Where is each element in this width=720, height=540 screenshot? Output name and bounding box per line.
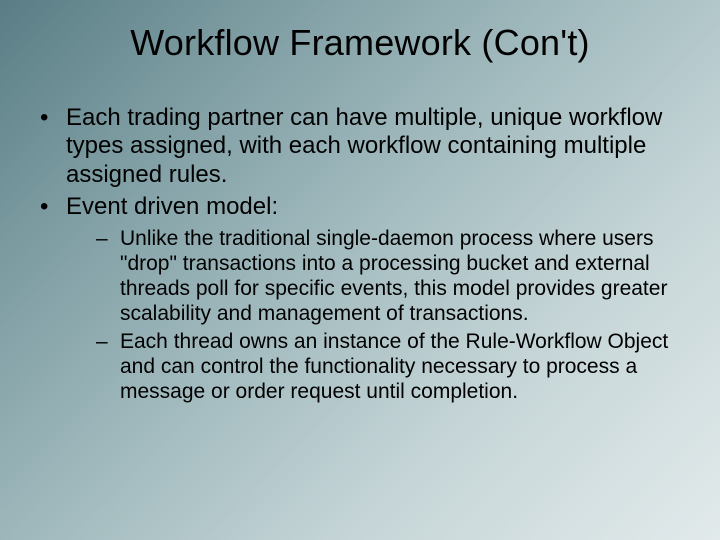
slide-title: Workflow Framework (Con't) <box>30 22 690 64</box>
sub-bullet-list: Unlike the traditional single-daemon pro… <box>96 227 690 404</box>
bullet-item: Each trading partner can have multiple, … <box>38 104 690 189</box>
bullet-list: Each trading partner can have multiple, … <box>38 104 690 405</box>
bullet-item: Event driven model: Unlike the tradition… <box>38 193 690 405</box>
slide: Workflow Framework (Con't) Each trading … <box>0 0 720 540</box>
sub-bullet-item: Unlike the traditional single-daemon pro… <box>96 227 690 326</box>
bullet-text: Event driven model: <box>66 193 278 220</box>
sub-bullet-item: Each thread owns an instance of the Rule… <box>96 330 690 404</box>
